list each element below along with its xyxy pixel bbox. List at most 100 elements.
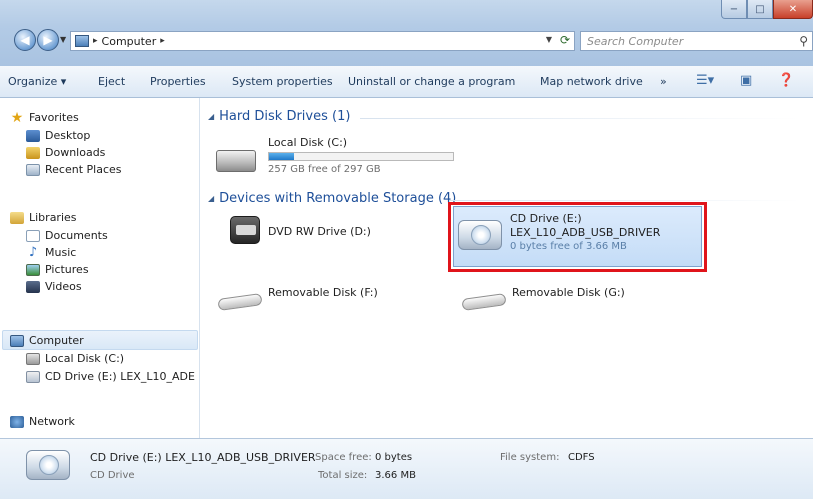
hard-disk-icon [216, 150, 256, 172]
nav-label: Pictures [45, 263, 89, 276]
nav-label: Recent Places [45, 163, 122, 176]
space-free-value: 0 bytes [375, 452, 413, 463]
drive-name: Removable Disk (G:) [512, 286, 625, 299]
help-icon[interactable]: ❓ [778, 73, 794, 88]
content-pane: ◢ Hard Disk Drives (1) Local Disk (C:) 2… [200, 98, 813, 438]
eject-button[interactable]: Eject [98, 75, 125, 88]
file-system-label: File system: [500, 452, 560, 463]
nav-label: Local Disk (C:) [45, 352, 125, 365]
nav-recent-places[interactable]: Recent Places [26, 163, 122, 176]
map-network-drive-button[interactable]: Map network drive [540, 75, 643, 88]
nav-favorites[interactable]: ★ Favorites [10, 111, 79, 125]
nav-label: CD Drive (E:) LEX_L10_ADE [45, 370, 195, 383]
forward-button[interactable]: ▶ [37, 29, 59, 51]
search-box[interactable]: Search Computer ⚲ [580, 31, 813, 51]
file-system-value: CDFS [568, 452, 595, 463]
nav-label: Music [45, 246, 77, 259]
capacity-bar [268, 152, 454, 161]
drive-removable-f[interactable]: Removable Disk (F:) [217, 282, 418, 316]
group-divider [360, 118, 800, 119]
libraries-icon [10, 211, 24, 224]
total-size-value: 3.66 MB [375, 470, 416, 481]
removable-disk-icon [217, 292, 263, 312]
network-icon [10, 415, 24, 428]
nav-documents[interactable]: Documents [26, 229, 108, 242]
drive-free-space: 257 GB free of 297 GB [268, 164, 381, 175]
nav-label: Videos [45, 280, 82, 293]
details-title: CD Drive (E:) LEX_L10_ADB_USB_DRIVER [90, 451, 316, 464]
minimize-button[interactable]: − [721, 0, 747, 19]
nav-libraries[interactable]: Libraries [10, 211, 77, 224]
capacity-fill [269, 153, 294, 160]
recent-pages-dropdown[interactable]: ▼ [60, 35, 66, 44]
downloads-folder-icon [26, 146, 40, 159]
drive-dvd-d[interactable]: DVD RW Drive (D:) [230, 216, 410, 250]
documents-icon [26, 229, 40, 242]
back-button[interactable]: ◀ [14, 29, 36, 51]
navigation-pane: ★ Favorites Desktop Downloads Recent Pla… [0, 98, 200, 438]
address-bar[interactable]: ▸ Computer ▸ ▼ ⟳ [70, 31, 575, 51]
window-controls: − □ ✕ [721, 0, 813, 22]
cd-drive-icon [26, 370, 40, 383]
search-icon[interactable]: ⚲ [799, 34, 808, 48]
search-input[interactable]: Search Computer [587, 35, 683, 48]
details-type: CD Drive [90, 470, 135, 481]
view-options-icon[interactable]: ☰▾ [696, 73, 714, 88]
system-properties-button[interactable]: System properties [232, 75, 333, 88]
maximize-button[interactable]: □ [747, 0, 773, 19]
nav-label: Documents [45, 229, 108, 242]
uninstall-program-button[interactable]: Uninstall or change a program [348, 75, 515, 88]
refresh-icon[interactable]: ⟳ [560, 33, 570, 47]
videos-icon [26, 280, 40, 293]
nav-label: Computer [29, 334, 84, 347]
breadcrumb-computer[interactable]: Computer [102, 35, 157, 48]
pictures-icon [26, 263, 40, 276]
drive-removable-g[interactable]: Removable Disk (G:) [461, 282, 662, 316]
computer-icon [10, 334, 24, 347]
removable-disk-icon [461, 292, 507, 312]
nav-pictures[interactable]: Pictures [26, 263, 89, 276]
organize-button[interactable]: Organize ▾ [8, 75, 66, 88]
group-title: Hard Disk Drives (1) [219, 109, 351, 124]
space-free-label: Space free: [315, 452, 372, 463]
breadcrumb-separator: ▸ [160, 36, 165, 46]
total-size-label: Total size: [318, 470, 368, 481]
nav-label: Favorites [29, 111, 79, 124]
collapse-arrow-icon[interactable]: ◢ [208, 112, 214, 121]
group-hard-disk-drives[interactable]: ◢ Hard Disk Drives (1) [208, 109, 350, 124]
annotation-red-box [448, 202, 707, 272]
nav-label: Network [29, 415, 75, 428]
address-dropdown-icon[interactable]: ▼ [546, 35, 552, 44]
cd-drive-icon [26, 450, 70, 480]
nav-cd-drive[interactable]: CD Drive (E:) LEX_L10_ADE [26, 370, 195, 383]
collapse-arrow-icon[interactable]: ◢ [208, 194, 214, 203]
music-icon: ♪ [28, 244, 38, 260]
preview-pane-icon[interactable]: ▣ [740, 73, 752, 88]
nav-videos[interactable]: Videos [26, 280, 82, 293]
details-pane: CD Drive (E:) LEX_L10_ADB_USB_DRIVER CD … [0, 438, 813, 499]
drive-name: Local Disk (C:) [268, 136, 348, 149]
properties-button[interactable]: Properties [150, 75, 206, 88]
nav-label: Downloads [45, 146, 106, 159]
desktop-icon [26, 129, 40, 142]
group-divider [450, 200, 800, 201]
nav-desktop[interactable]: Desktop [26, 129, 90, 142]
group-removable-storage[interactable]: ◢ Devices with Removable Storage (4) [208, 191, 456, 206]
command-bar: Organize ▾ Eject Properties System prope… [0, 66, 813, 98]
nav-computer[interactable]: Computer [10, 334, 84, 347]
computer-icon [75, 35, 89, 47]
more-commands-button[interactable]: » [660, 75, 667, 88]
dvd-drive-icon [230, 216, 260, 244]
nav-network[interactable]: Network [10, 415, 75, 428]
group-title: Devices with Removable Storage (4) [219, 191, 457, 206]
drive-name: Removable Disk (F:) [268, 286, 378, 299]
hard-disk-icon [26, 352, 40, 365]
nav-downloads[interactable]: Downloads [26, 146, 105, 159]
title-bar: − □ ✕ ◀ ▶ ▼ ▸ Computer ▸ ▼ ⟳ Search Comp… [0, 0, 813, 66]
drive-local-disk-c[interactable]: Local Disk (C:) 257 GB free of 297 GB [216, 136, 516, 178]
nav-music[interactable]: ♪ Music [26, 244, 77, 260]
close-button[interactable]: ✕ [773, 0, 813, 19]
drive-name: DVD RW Drive (D:) [268, 225, 371, 238]
nav-local-disk[interactable]: Local Disk (C:) [26, 352, 124, 365]
recent-places-icon [26, 163, 40, 176]
